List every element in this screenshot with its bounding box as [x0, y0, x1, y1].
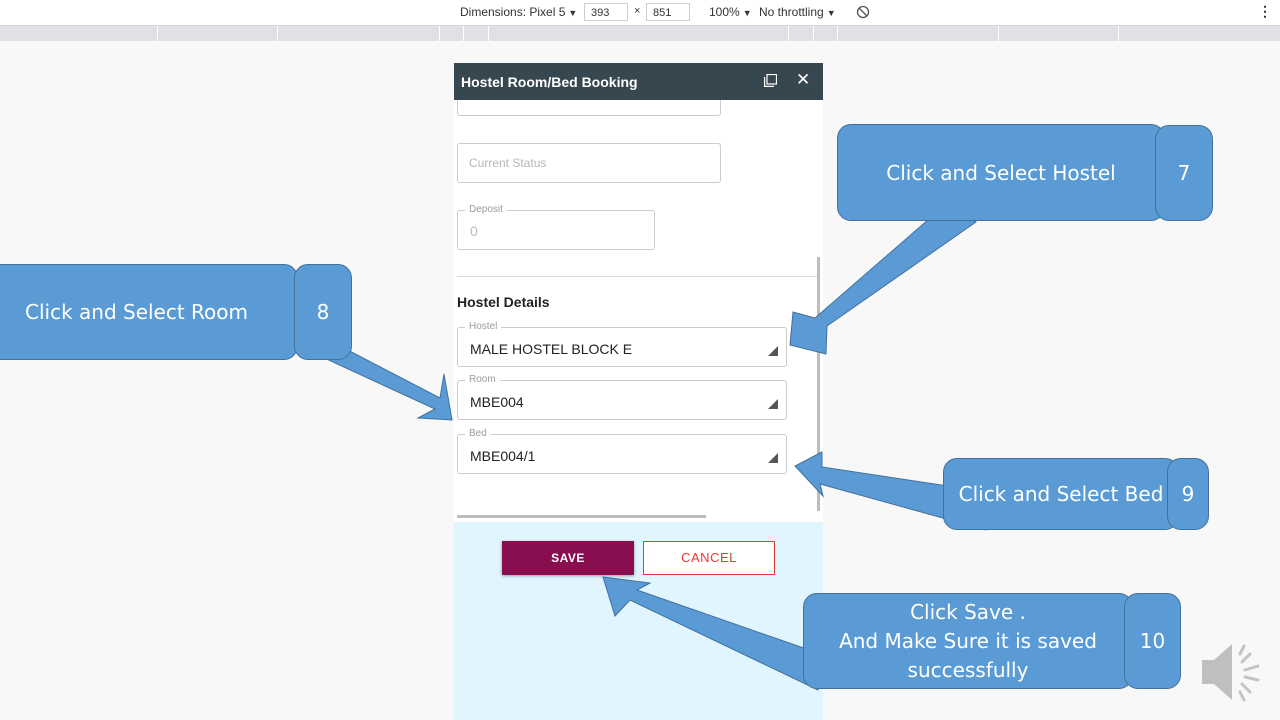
devtools-toolbar: Dimensions: Pixel 5 ▼ 393 × 851 100% ▼ No … — [0, 0, 1280, 26]
throttling-value: No throttling — [759, 5, 824, 19]
ruler-segment — [157, 26, 158, 41]
deposit-value: 0 — [470, 223, 478, 239]
height-input[interactable]: 851 — [646, 3, 690, 21]
dialog-header: Hostel Room/Bed Booking ✕ — [454, 63, 823, 100]
callout-click-save: Click Save . And Make Sure it is saved s… — [803, 593, 1133, 689]
more-options-icon[interactable]: ⋮ — [1258, 3, 1272, 20]
callout-select-hostel: Click and Select Hostel — [837, 124, 1165, 221]
hostel-label: Hostel — [465, 321, 502, 332]
cancel-button[interactable]: CANCEL — [643, 541, 775, 575]
dropdown-arrow-icon — [768, 453, 778, 463]
callout-select-room: Click and Select Room — [0, 264, 298, 360]
zoom-caret-icon: ▼ — [742, 8, 752, 18]
bed-select[interactable]: Bed MBE004/1 — [457, 428, 787, 474]
callout-step-7: 7 — [1155, 125, 1213, 221]
bed-value: MBE004/1 — [470, 448, 536, 464]
dimensions-dropdown[interactable]: Dimensions: Pixel 5 ▼ — [460, 5, 577, 19]
hostel-select[interactable]: Hostel MALE HOSTEL BLOCK E — [457, 321, 787, 367]
ruler-segment — [463, 26, 464, 41]
times-sign: × — [634, 5, 641, 17]
device-viewport: Hostel Room/Bed Booking ✕ Current Status… — [454, 63, 823, 720]
rotate-disabled-icon[interactable] — [856, 5, 870, 19]
dialog-footer: SAVE CANCEL — [454, 522, 823, 720]
horizontal-scrollbar[interactable] — [457, 515, 706, 518]
ruler-segment — [837, 26, 838, 41]
save-button[interactable]: SAVE — [502, 541, 634, 575]
ruler-segment — [439, 26, 440, 41]
width-input[interactable]: 393 — [584, 3, 628, 21]
callout-save-line1: Click Save . — [910, 599, 1026, 624]
callout-step-10: 10 — [1124, 593, 1181, 689]
throttling-dropdown[interactable]: No throttling ▼ — [759, 5, 836, 19]
bed-label: Bed — [465, 428, 491, 439]
dimensions-label: Dimensions: Pixel 5 — [460, 5, 566, 19]
deposit-label: Deposit — [465, 204, 507, 215]
ruler-segment — [1118, 26, 1119, 41]
dimensions-caret-icon: ▼ — [568, 8, 578, 18]
callout-save-line2: And Make Sure it is saved — [839, 628, 1097, 653]
speaker-icon[interactable] — [1200, 640, 1264, 704]
dialog-title: Hostel Room/Bed Booking — [461, 74, 638, 90]
ruler-segment — [788, 26, 789, 41]
room-label: Room — [465, 374, 500, 385]
dropdown-arrow-icon — [768, 399, 778, 409]
zoom-value: 100% — [709, 5, 740, 19]
throttling-caret-icon: ▼ — [826, 8, 836, 18]
close-icon[interactable]: ✕ — [796, 71, 810, 89]
section-divider — [457, 276, 819, 277]
room-select[interactable]: Room MBE004 — [457, 374, 787, 420]
callout-step-9: 9 — [1167, 458, 1209, 530]
media-query-ruler — [0, 26, 1280, 41]
current-status-placeholder: Current Status — [469, 156, 547, 170]
callout-save-line3: successfully — [907, 657, 1029, 682]
deposit-field[interactable]: Deposit 0 — [457, 204, 655, 250]
ruler-segment — [488, 26, 489, 41]
maximize-icon[interactable] — [764, 74, 777, 87]
ruler-segment — [813, 26, 814, 41]
callout-select-bed: Click and Select Bed — [943, 458, 1179, 530]
vertical-scrollbar[interactable] — [817, 257, 820, 511]
callout-step-8: 8 — [294, 264, 352, 360]
ruler-segment — [277, 26, 278, 41]
dropdown-arrow-icon — [768, 346, 778, 356]
hostel-value: MALE HOSTEL BLOCK E — [470, 341, 633, 357]
ruler-segment — [998, 26, 999, 41]
hostel-details-title: Hostel Details — [457, 294, 550, 310]
zoom-dropdown[interactable]: 100% ▼ — [709, 5, 752, 19]
current-status-field[interactable]: Current Status — [457, 143, 721, 183]
room-value: MBE004 — [470, 394, 524, 410]
